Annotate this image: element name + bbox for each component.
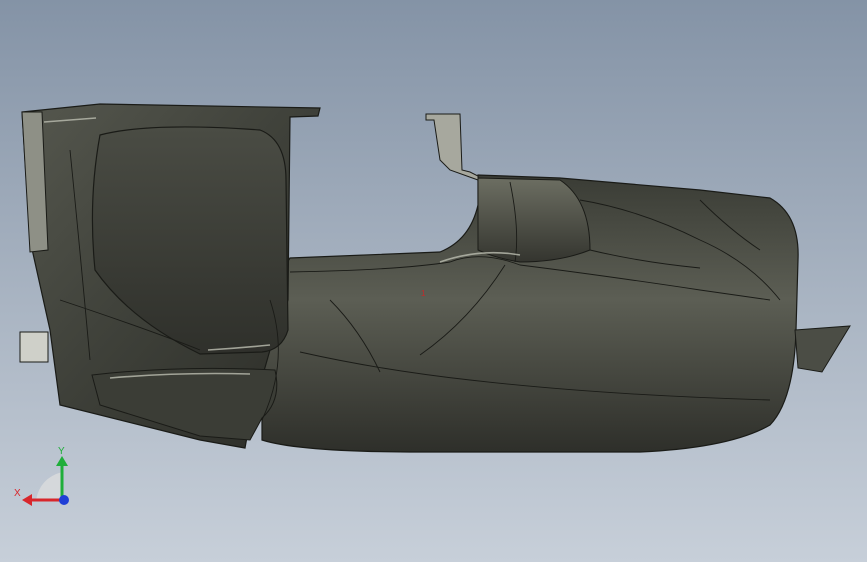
arrow-left-icon bbox=[22, 494, 32, 506]
x-axis-label: X bbox=[14, 488, 21, 499]
y-axis-label: Y bbox=[58, 446, 65, 457]
triad-plane-icon bbox=[36, 472, 62, 500]
axis-triad: Y X bbox=[14, 446, 69, 506]
graphics-viewport[interactable]: 1 Y X bbox=[0, 0, 867, 562]
dot-icon bbox=[59, 495, 69, 505]
arrow-up-icon bbox=[56, 456, 68, 466]
